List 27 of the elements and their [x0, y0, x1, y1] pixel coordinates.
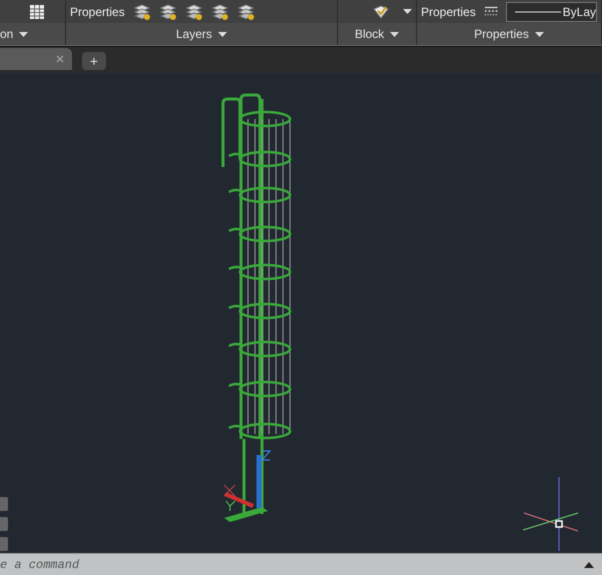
caret-icon	[534, 32, 544, 36]
panel-title[interactable]: Layers	[176, 25, 212, 43]
layers-icon[interactable]	[184, 4, 203, 20]
line-sample-icon	[515, 10, 561, 14]
grip-handle[interactable]	[0, 517, 8, 531]
layers-icon[interactable]	[132, 4, 151, 20]
layers-icon[interactable]	[158, 4, 177, 20]
block-icon[interactable]	[373, 4, 389, 18]
new-tab-button[interactable]: +	[82, 52, 106, 70]
layers-icon[interactable]	[236, 4, 255, 20]
properties-button[interactable]: Properties	[421, 2, 476, 20]
linetype-dropdown[interactable]: ByLay	[506, 2, 597, 22]
grip-handle[interactable]	[0, 497, 8, 511]
panel-title[interactable]: on	[0, 25, 14, 43]
caret-icon	[390, 32, 400, 36]
table-icon[interactable]	[29, 4, 45, 20]
layers-icon[interactable]	[210, 4, 229, 20]
crosshair-icon	[522, 476, 578, 552]
grip-handle[interactable]	[0, 537, 8, 551]
caret-icon	[218, 32, 228, 36]
caret-icon	[19, 32, 28, 36]
command-field[interactable]: e a command	[0, 554, 580, 575]
ucs-icon	[224, 450, 272, 512]
caret-icon	[403, 9, 412, 14]
expand-icon[interactable]	[580, 554, 602, 575]
linetype-icon[interactable]	[484, 4, 498, 18]
properties-button[interactable]: Properties	[70, 2, 125, 20]
